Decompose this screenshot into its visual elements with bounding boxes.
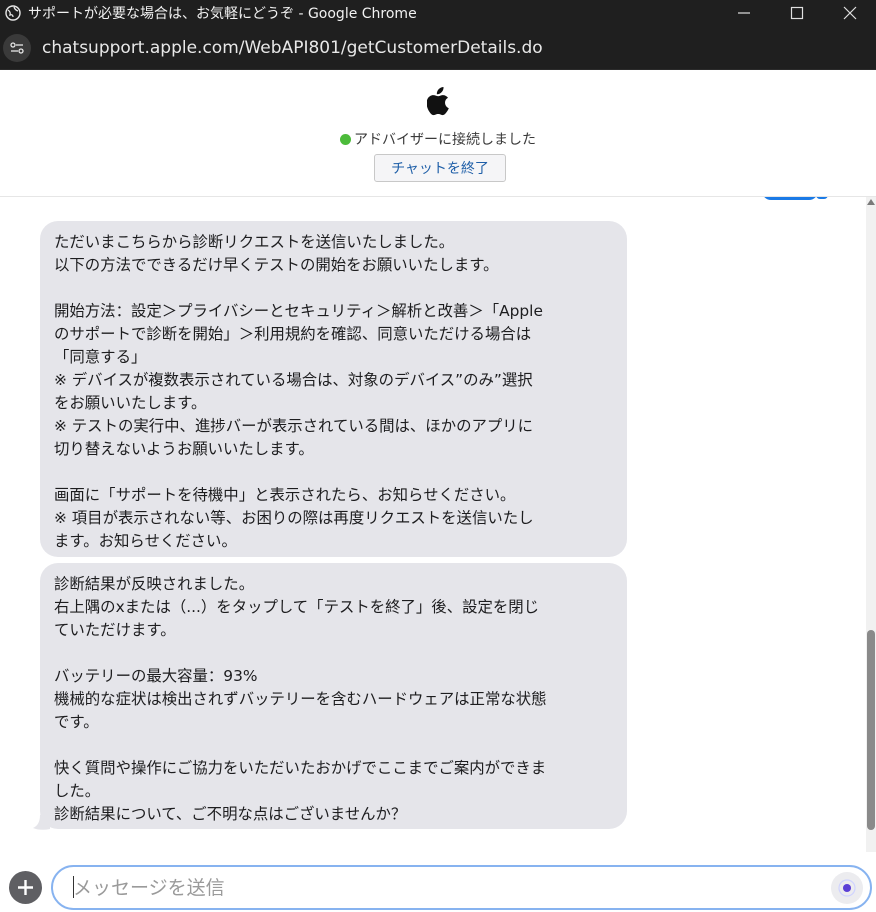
chat-header: アドバイザーに接続しました チャットを終了 (0, 70, 876, 197)
end-chat-button[interactable]: チャットを終了 (374, 154, 506, 182)
user-message-bubble-partial (762, 197, 818, 200)
message-list[interactable]: ただいまこちらから診断リクエストを送信いたしました。 以下の方法でできるだけ早く… (0, 197, 866, 852)
message-list-scrollbar[interactable] (866, 197, 876, 852)
advisor-message-tail (33, 815, 50, 830)
connection-status-text: アドバイザーに接続しました (354, 132, 536, 148)
tune-icon (10, 41, 24, 54)
minimize-button[interactable] (717, 0, 770, 26)
message-composer (0, 852, 876, 912)
advisor-message-bubble: ただいまこちらから診断リクエストを送信いたしました。 以下の方法でできるだけ早く… (40, 221, 627, 557)
sparkle-icon (838, 879, 856, 897)
connection-status: アドバイザーに接続しました (0, 129, 876, 149)
scrollbar-thumb[interactable] (867, 630, 875, 830)
close-icon (843, 6, 856, 20)
apple-logo-icon (427, 87, 449, 116)
add-attachment-button[interactable] (9, 871, 42, 904)
window-controls (717, 0, 876, 26)
scroll-up-arrow-icon[interactable] (867, 199, 875, 205)
close-window-button[interactable] (823, 0, 876, 26)
maximize-icon (790, 6, 803, 20)
maximize-button[interactable] (770, 0, 823, 26)
minimize-icon (737, 12, 750, 14)
window-titlebar: サポートが必要な場合は、お気軽にどうぞ - Google Chrome (0, 0, 876, 26)
online-status-icon (340, 133, 351, 145)
advisor-message-bubble: 診断結果が反映されました。 右上隅のxまたは（...）をタップして「テストを終了… (40, 563, 627, 829)
user-message-tail (816, 197, 828, 199)
text-caret (73, 876, 74, 898)
assistant-button[interactable] (831, 872, 863, 904)
globe-icon (5, 5, 21, 21)
window-title: サポートが必要な場合は、お気軽にどうぞ - Google Chrome (28, 6, 417, 22)
url-text[interactable]: chatsupport.apple.com/WebAPI801/getCusto… (42, 38, 543, 58)
plus-icon (18, 880, 33, 895)
message-input[interactable] (73, 867, 813, 908)
site-info-button[interactable] (3, 33, 31, 62)
message-input-wrapper (51, 865, 872, 910)
address-bar: chatsupport.apple.com/WebAPI801/getCusto… (0, 26, 876, 70)
